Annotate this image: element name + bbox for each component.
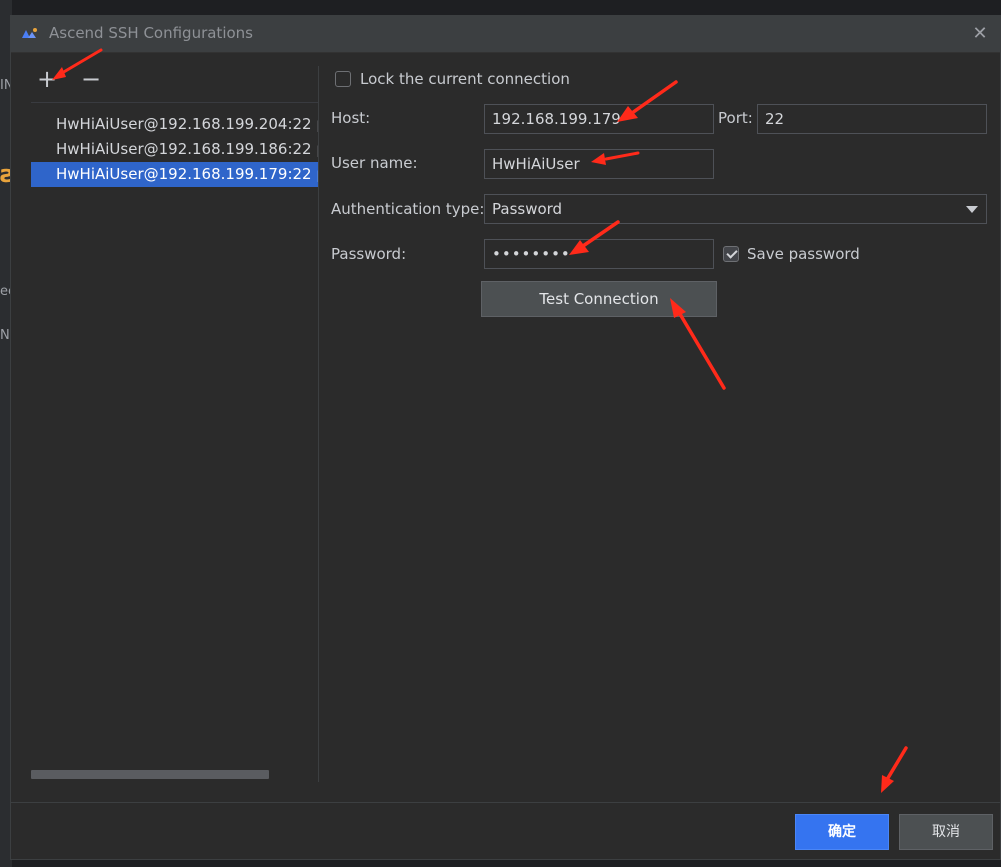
remove-connection-button[interactable]: − — [79, 67, 103, 92]
connection-label: HwHiAiUser@192.168.199.186:22 — [56, 140, 312, 158]
host-label: Host: — [331, 109, 371, 127]
password-input[interactable]: •••••••• — [484, 239, 714, 269]
save-password-label: Save password — [747, 245, 860, 263]
list-divider — [31, 102, 319, 103]
close-button[interactable]: ✕ — [970, 24, 990, 44]
ssh-configurations-dialog: Ascend SSH Configurations ✕ + − HwHiAiUs… — [10, 15, 1001, 860]
add-connection-button[interactable]: + — [35, 67, 59, 92]
ok-button[interactable]: 确定 — [795, 814, 889, 850]
lock-connection-label: Lock the current connection — [360, 70, 570, 88]
test-connection-button[interactable]: Test Connection — [481, 281, 717, 317]
auth-type-value: Password — [492, 200, 563, 218]
panel-splitter[interactable] — [318, 66, 319, 782]
cancel-button[interactable]: 取消 — [899, 814, 993, 850]
port-label: Port: — [718, 109, 753, 127]
ascend-logo-icon — [22, 28, 37, 38]
auth-type-label: Authentication type: — [331, 200, 485, 218]
list-horizontal-scrollbar[interactable] — [31, 770, 269, 779]
connection-label: HwHiAiUser@192.168.199.204:22 — [56, 115, 312, 133]
username-input[interactable]: HwHiAiUser — [484, 149, 714, 179]
background-text-fragment: N — [0, 328, 10, 343]
port-input[interactable]: 22 — [757, 104, 987, 134]
auth-type-select[interactable]: Password — [484, 194, 987, 224]
connection-list-item[interactable]: HwHiAiUser@192.168.199.204:22 pa — [31, 112, 319, 137]
connection-list-item[interactable]: HwHiAiUser@192.168.199.186:22 pa — [31, 137, 319, 162]
connection-list: HwHiAiUser@192.168.199.204:22 pa HwHiAiU… — [31, 112, 319, 187]
lock-connection-checkbox[interactable] — [335, 71, 351, 87]
password-label: Password: — [331, 245, 407, 263]
footer-divider — [11, 802, 1000, 803]
host-input[interactable]: 192.168.199.179 — [484, 104, 714, 134]
dialog-title: Ascend SSH Configurations — [49, 24, 253, 42]
save-password-checkbox[interactable] — [723, 246, 739, 262]
connection-list-item-selected[interactable]: HwHiAiUser@192.168.199.179:22 pa — [31, 162, 319, 187]
chevron-down-icon — [966, 206, 978, 213]
dialog-titlebar: Ascend SSH Configurations ✕ — [11, 16, 1000, 53]
connection-label: HwHiAiUser@192.168.199.179:22 — [56, 165, 312, 183]
username-label: User name: — [331, 154, 418, 172]
